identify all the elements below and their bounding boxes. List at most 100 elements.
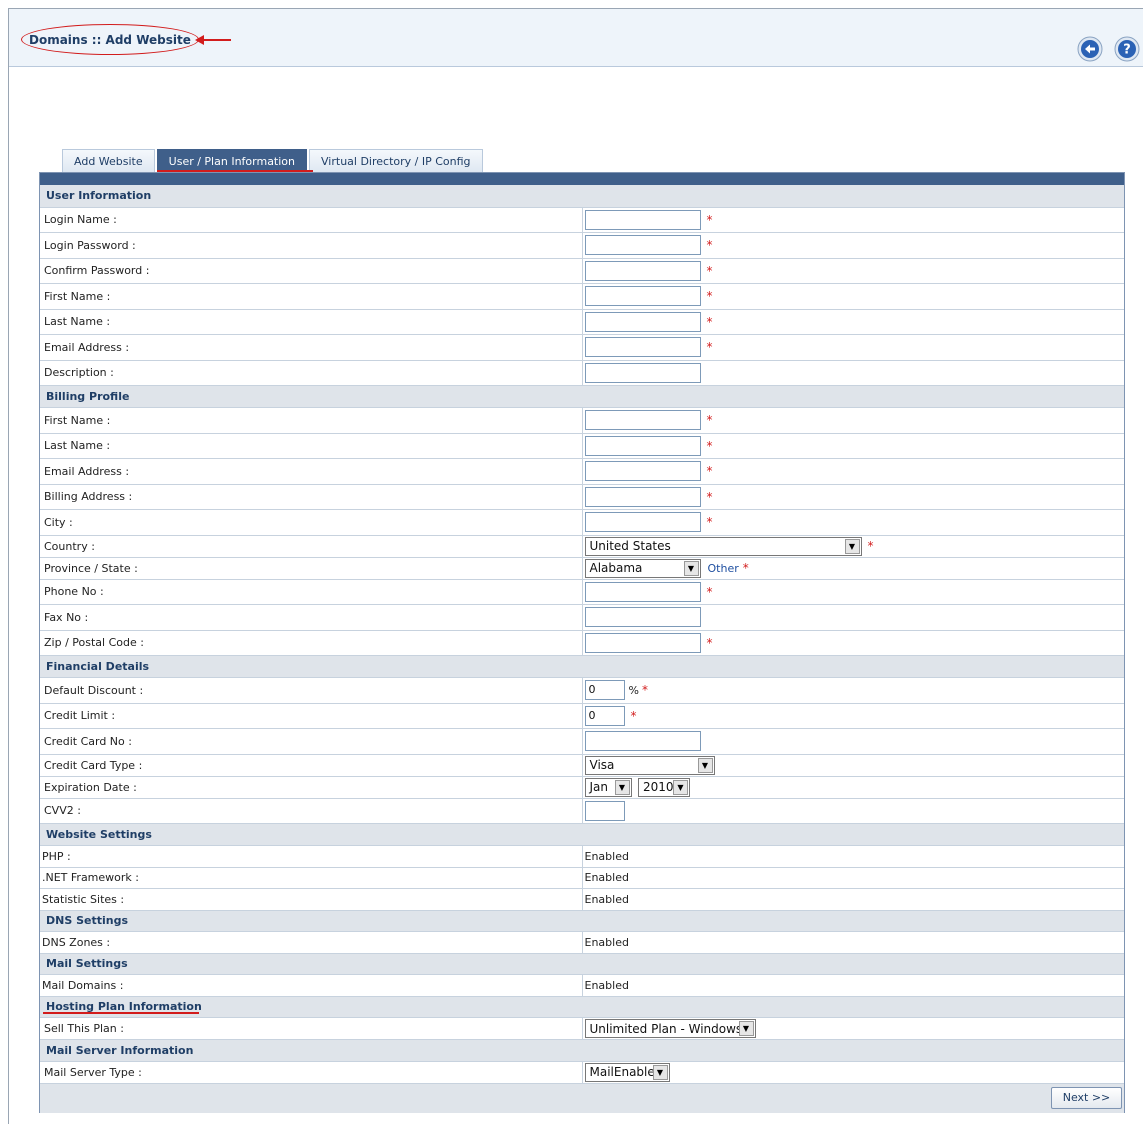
field-label: Email Address : — [40, 458, 583, 485]
field-label: Mail Server Type : — [40, 1061, 583, 1084]
field-label: Zip / Postal Code : — [40, 630, 583, 656]
description-input[interactable] — [584, 362, 701, 383]
billing-address-input[interactable] — [584, 486, 701, 507]
section-dns-settings: DNS Settings — [40, 910, 1124, 932]
svg-text:?: ? — [1123, 43, 1131, 58]
percent-symbol: % — [628, 683, 639, 697]
sell-plan-value: Unlimited Plan - Windows — [589, 1021, 739, 1036]
required-marker: * — [706, 438, 713, 453]
field-label: Fax No : — [40, 604, 583, 631]
form-table: User Information Login Name : * Login Pas… — [40, 185, 1124, 1084]
dropdown-arrow-icon: ▼ — [844, 538, 860, 554]
field-label: Login Name : — [40, 207, 583, 233]
required-marker: * — [706, 515, 713, 530]
dropdown-arrow-icon: ▼ — [738, 1021, 754, 1036]
city-input[interactable] — [584, 512, 701, 533]
country-select-value: United States — [589, 539, 671, 553]
field-label: Last Name : — [40, 433, 583, 459]
tab-user-plan-information[interactable]: User / Plan Information — [156, 149, 308, 172]
expiration-month-select[interactable]: Jan ▼ — [584, 777, 632, 797]
field-label: Statistic Sites : — [40, 888, 583, 911]
expiration-year-select[interactable]: 2010 ▼ — [638, 777, 690, 797]
required-marker: * — [706, 263, 713, 278]
page-title: Domains :: Add Website — [29, 32, 191, 47]
mail-domains-status: Enabled — [582, 974, 1124, 997]
fax-input[interactable] — [584, 607, 701, 628]
dropdown-arrow-icon: ▼ — [673, 779, 688, 795]
login-password-input[interactable] — [584, 235, 701, 256]
dropdown-arrow-icon: ▼ — [614, 779, 630, 795]
user-last-name-input[interactable] — [584, 311, 701, 332]
dropdown-arrow-icon: ▼ — [697, 757, 713, 773]
field-label: Default Discount : — [40, 677, 583, 704]
required-marker: * — [641, 683, 648, 698]
login-name-input[interactable] — [584, 209, 701, 230]
tab-add-website[interactable]: Add Website — [62, 149, 155, 172]
annotation-arrow-icon — [195, 35, 231, 45]
field-label: Billing Address : — [40, 484, 583, 510]
other-state-link[interactable]: Other — [708, 562, 739, 575]
field-label: Sell This Plan : — [40, 1017, 583, 1040]
exp-year-value: 2010 — [643, 780, 673, 794]
mail-server-type-select[interactable]: MailEnable ▼ — [584, 1062, 670, 1082]
field-label: Description : — [40, 360, 583, 386]
field-label: Credit Card No : — [40, 728, 583, 755]
required-marker: * — [706, 289, 713, 304]
section-user-information: User Information — [40, 185, 1124, 208]
credit-card-no-input[interactable] — [584, 731, 701, 752]
card-type-value: Visa — [589, 758, 615, 772]
required-marker: * — [706, 584, 713, 599]
required-marker: * — [706, 314, 713, 329]
tab-virtual-directory[interactable]: Virtual Directory / IP Config — [309, 149, 483, 172]
phone-input[interactable] — [584, 581, 701, 602]
field-label: CVV2 : — [40, 798, 583, 824]
next-button[interactable]: Next >> — [1051, 1086, 1122, 1109]
exp-month-value: Jan — [589, 780, 609, 794]
billing-email-input[interactable] — [584, 461, 701, 482]
required-marker: * — [742, 561, 749, 575]
credit-limit-input[interactable]: 0 — [584, 705, 625, 726]
field-label: Confirm Password : — [40, 258, 583, 284]
required-marker: * — [630, 708, 637, 723]
section-mail-server-information: Mail Server Information — [40, 1039, 1124, 1062]
field-label: Email Address : — [40, 334, 583, 361]
field-label: Credit Card Type : — [40, 754, 583, 777]
required-marker: * — [706, 238, 713, 253]
section-mail-settings: Mail Settings — [40, 953, 1124, 975]
required-marker: * — [706, 635, 713, 650]
user-first-name-input[interactable] — [584, 286, 701, 307]
field-label: Phone No : — [40, 579, 583, 605]
form-panel: User Information Login Name : * Login Pas… — [39, 172, 1125, 1113]
back-arrow-icon[interactable] — [1077, 36, 1103, 62]
required-marker: * — [706, 413, 713, 428]
credit-card-type-select[interactable]: Visa ▼ — [584, 755, 715, 775]
field-label: First Name : — [40, 283, 583, 310]
required-marker: * — [706, 212, 713, 227]
field-label: Expiration Date : — [40, 776, 583, 799]
statistic-sites-status: Enabled — [582, 888, 1124, 911]
dns-zones-status: Enabled — [582, 931, 1124, 954]
sell-plan-select[interactable]: Unlimited Plan - Windows ▼ — [584, 1019, 756, 1038]
field-label: City : — [40, 509, 583, 536]
net-framework-status: Enabled — [582, 867, 1124, 889]
billing-first-name-input[interactable] — [584, 410, 701, 431]
cvv2-input[interactable] — [584, 800, 625, 821]
required-marker: * — [867, 539, 874, 553]
default-discount-input[interactable]: 0 — [584, 680, 625, 701]
field-label: DNS Zones : — [40, 931, 583, 954]
field-label: Mail Domains : — [40, 974, 583, 997]
required-marker: * — [706, 340, 713, 355]
help-question-icon[interactable]: ? — [1114, 36, 1140, 62]
state-select[interactable]: Alabama ▼ — [584, 558, 701, 578]
page-header: Domains :: Add Website ? — [9, 9, 1143, 67]
state-select-value: Alabama — [589, 561, 643, 575]
billing-last-name-input[interactable] — [584, 435, 701, 456]
required-marker: * — [706, 464, 713, 479]
confirm-password-input[interactable] — [584, 260, 701, 281]
country-select[interactable]: United States ▼ — [584, 536, 862, 556]
panel-topbar — [40, 173, 1124, 185]
field-label: Province / State : — [40, 557, 583, 580]
field-label: Login Password : — [40, 232, 583, 259]
user-email-input[interactable] — [584, 337, 701, 358]
zip-input[interactable] — [584, 632, 701, 653]
